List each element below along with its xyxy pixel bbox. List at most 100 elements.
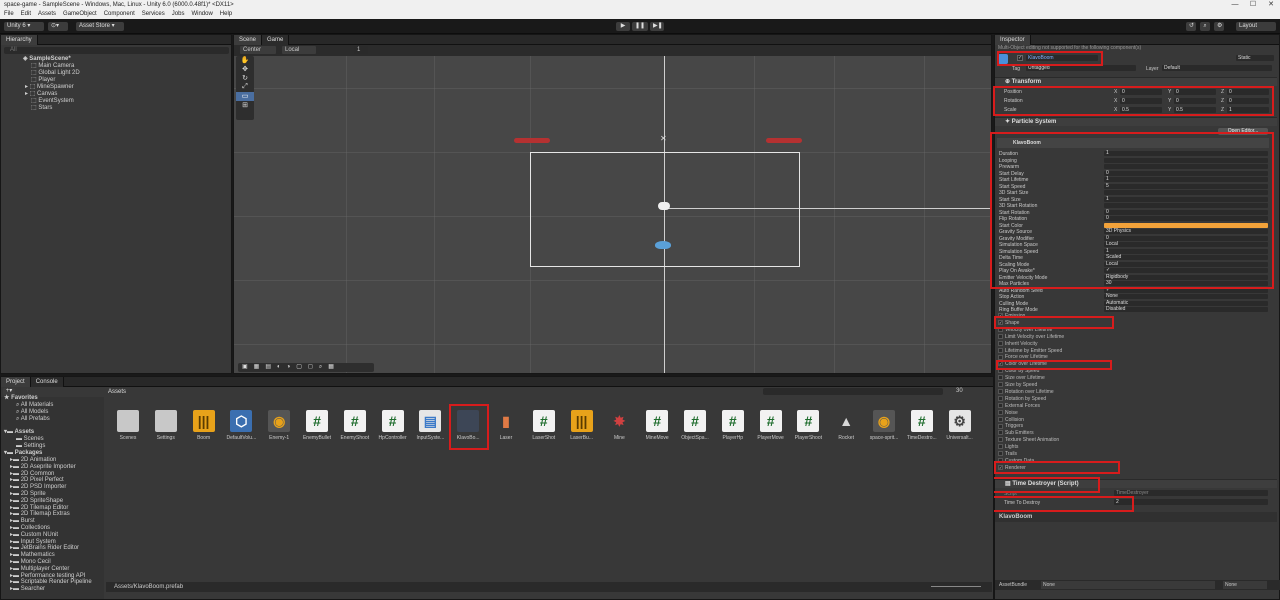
module-checkbox[interactable]	[998, 430, 1003, 436]
tab-inspector[interactable]: Inspector	[995, 35, 1031, 45]
tree-favorite-item[interactable]: ⌕ All Materials	[16, 402, 53, 408]
move-tool-icon[interactable]: ✥	[236, 65, 254, 74]
asset-item[interactable]: ||| Boom	[189, 410, 219, 441]
tree-package[interactable]: ▸▬ Input System	[10, 539, 56, 545]
tree-package[interactable]: ▸▬ JetBrains Rider Editor	[10, 545, 79, 551]
layer-dropdown[interactable]: Default	[1162, 65, 1272, 71]
expand-arrow-icon[interactable]: ▸	[25, 91, 28, 97]
tree-package[interactable]: ▸▬ 2D SpriteShape	[10, 498, 63, 504]
asset-item[interactable]: # EnemyShoot	[340, 410, 370, 441]
asset-item[interactable]: ▮ Laser	[491, 410, 521, 441]
asset-item[interactable]: # MineMove	[642, 410, 672, 441]
module-checkbox[interactable]	[998, 395, 1003, 401]
assetbundle-variant-dropdown[interactable]: None	[1223, 581, 1267, 589]
asset-item[interactable]: ||| LaserBu...	[567, 410, 597, 441]
tree-package[interactable]: ▸▬ Burst	[10, 518, 35, 524]
laser-sprite[interactable]	[514, 138, 550, 143]
particle-icon[interactable]	[658, 202, 670, 210]
transform-header[interactable]: ⊕ Transform	[995, 77, 1277, 86]
asset-item[interactable]: # TimeDestro...	[907, 410, 937, 441]
tab-console[interactable]: Console	[30, 377, 64, 387]
tree-package[interactable]: ▸▬ 2D Common	[10, 471, 54, 477]
transform-tool-icon[interactable]: ⊞	[236, 101, 254, 110]
scene-viewport[interactable]: ✕ ✋ ✥ ↻ ⤢ ▭ ⊞ ▣▦▤◐◑▢◻⌕▦	[234, 56, 991, 373]
tree-package[interactable]: ▸▬ 2D Tilemap Extras	[10, 511, 70, 517]
particle-field-value[interactable]: Automatic	[1104, 300, 1268, 306]
asset-item[interactable]: ▲ Rocket	[831, 410, 861, 441]
asset-item[interactable]: ◉ space-sprit...	[869, 410, 899, 441]
asset-store-button[interactable]: Asset Store ▾	[76, 22, 124, 31]
tree-favorites[interactable]: ★ Favorites	[4, 395, 38, 401]
asset-item[interactable]: ✸ Mine	[604, 410, 634, 441]
menu-help[interactable]: Help	[220, 10, 232, 19]
settings-icon[interactable]: ⚙	[1214, 22, 1224, 31]
rect-tool-icon[interactable]: ▭	[236, 92, 254, 101]
menu-edit[interactable]: Edit	[21, 10, 31, 19]
module-checkbox[interactable]	[998, 382, 1003, 388]
module-checkbox[interactable]	[998, 347, 1003, 353]
rotate-tool-icon[interactable]: ↻	[236, 74, 254, 83]
module-checkbox[interactable]	[998, 333, 1003, 339]
particle-field-value[interactable]: Disabled	[1104, 307, 1268, 312]
menu-file[interactable]: File	[4, 10, 14, 19]
tree-package[interactable]: ▸▬ 2D Tilemap Editor	[10, 505, 68, 511]
hierarchy-item[interactable]: ▸ ⬚ MineSpawner	[25, 84, 74, 91]
static-dropdown[interactable]: Static	[1236, 55, 1274, 61]
history-icon[interactable]: ↺	[1186, 22, 1196, 31]
project-search-input[interactable]	[763, 388, 943, 395]
asset-item[interactable]: # EnemyBullet	[302, 410, 332, 441]
hierarchy-item[interactable]: ⬚ Global Light 2D	[31, 70, 80, 77]
module-checkbox[interactable]	[998, 444, 1003, 450]
module-checkbox[interactable]	[998, 437, 1003, 443]
module-checkbox[interactable]	[998, 354, 1003, 360]
module-checkbox[interactable]	[998, 416, 1003, 422]
player-ship-sprite[interactable]	[655, 241, 671, 249]
tree-assets[interactable]: ▾▬ Assets	[4, 429, 34, 435]
hand-tool-icon[interactable]: ✋	[236, 56, 254, 65]
hierarchy-item[interactable]: ⬚ Player	[31, 77, 55, 84]
search-icon[interactable]: ⌕	[1200, 22, 1210, 31]
module-checkbox[interactable]	[998, 451, 1003, 457]
hierarchy-item[interactable]: ⬚ EventSystem	[31, 98, 74, 105]
layout-dropdown[interactable]: Layout	[1236, 22, 1276, 31]
scale-tool-icon[interactable]: ⤢	[236, 83, 254, 92]
tree-package[interactable]: ▸▬ 2D Pixel Perfect	[10, 477, 64, 483]
asset-item[interactable]: ◉ Enemy-1	[264, 410, 294, 441]
minimize-icon[interactable]: —	[1226, 0, 1244, 10]
tree-package[interactable]: ▸▬ 2D PSD Importer	[10, 484, 66, 490]
hierarchy-item[interactable]: ⬚ Main Camera	[31, 63, 74, 70]
tab-game[interactable]: Game	[262, 35, 290, 45]
menu-assets[interactable]: Assets	[38, 10, 56, 19]
pivot-dropdown[interactable]: Center	[240, 46, 276, 54]
asset-item[interactable]: # PlayerHp	[718, 410, 748, 441]
asset-item[interactable]: # PlayerMove	[756, 410, 786, 441]
menu-component[interactable]: Component	[104, 10, 135, 19]
tree-folder[interactable]: ▬ Settings	[16, 443, 45, 449]
asset-item[interactable]: # LaserShot	[529, 410, 559, 441]
step-button[interactable]: ▶❚	[650, 22, 664, 31]
module-checkbox[interactable]	[998, 409, 1003, 415]
particle-field-value[interactable]: None	[1104, 294, 1268, 299]
module-checkbox[interactable]	[998, 389, 1003, 395]
tab-scene[interactable]: Scene	[234, 35, 263, 45]
module-checkbox[interactable]	[998, 375, 1003, 381]
cloud-button[interactable]: ⊙▾	[48, 22, 68, 31]
menu-gameobject[interactable]: GameObject	[63, 10, 97, 19]
icon-size-slider[interactable]	[931, 586, 981, 587]
tree-package[interactable]: ▸▬ 2D Aseprite Importer	[10, 464, 76, 470]
assetbundle-dropdown[interactable]: None	[1041, 581, 1215, 589]
tree-package[interactable]: ▸▬ 2D Animation	[10, 457, 56, 463]
tree-packages[interactable]: ▾▬ Packages	[4, 450, 42, 456]
asset-item[interactable]: Settings	[151, 410, 181, 441]
tree-package[interactable]: ▸▬ 2D Sprite	[10, 491, 46, 497]
time-to-destroy-input[interactable]: 2	[1114, 499, 1268, 505]
snap-value[interactable]: 1	[354, 46, 368, 54]
asset-item[interactable]: ⚙ Universalt...	[945, 410, 975, 441]
tree-package[interactable]: ▸▬ Scriptable Render Pipeline	[10, 579, 92, 585]
asset-item[interactable]: # HpController	[378, 410, 408, 441]
expand-arrow-icon[interactable]: ▸	[25, 84, 28, 90]
tree-package[interactable]: ▸▬ Mathematics	[10, 552, 55, 558]
hierarchy-item[interactable]: ⬚ Stars	[31, 105, 52, 112]
account-button[interactable]: Unity 6 ▾	[4, 22, 44, 31]
tab-hierarchy[interactable]: Hierarchy	[1, 35, 38, 45]
